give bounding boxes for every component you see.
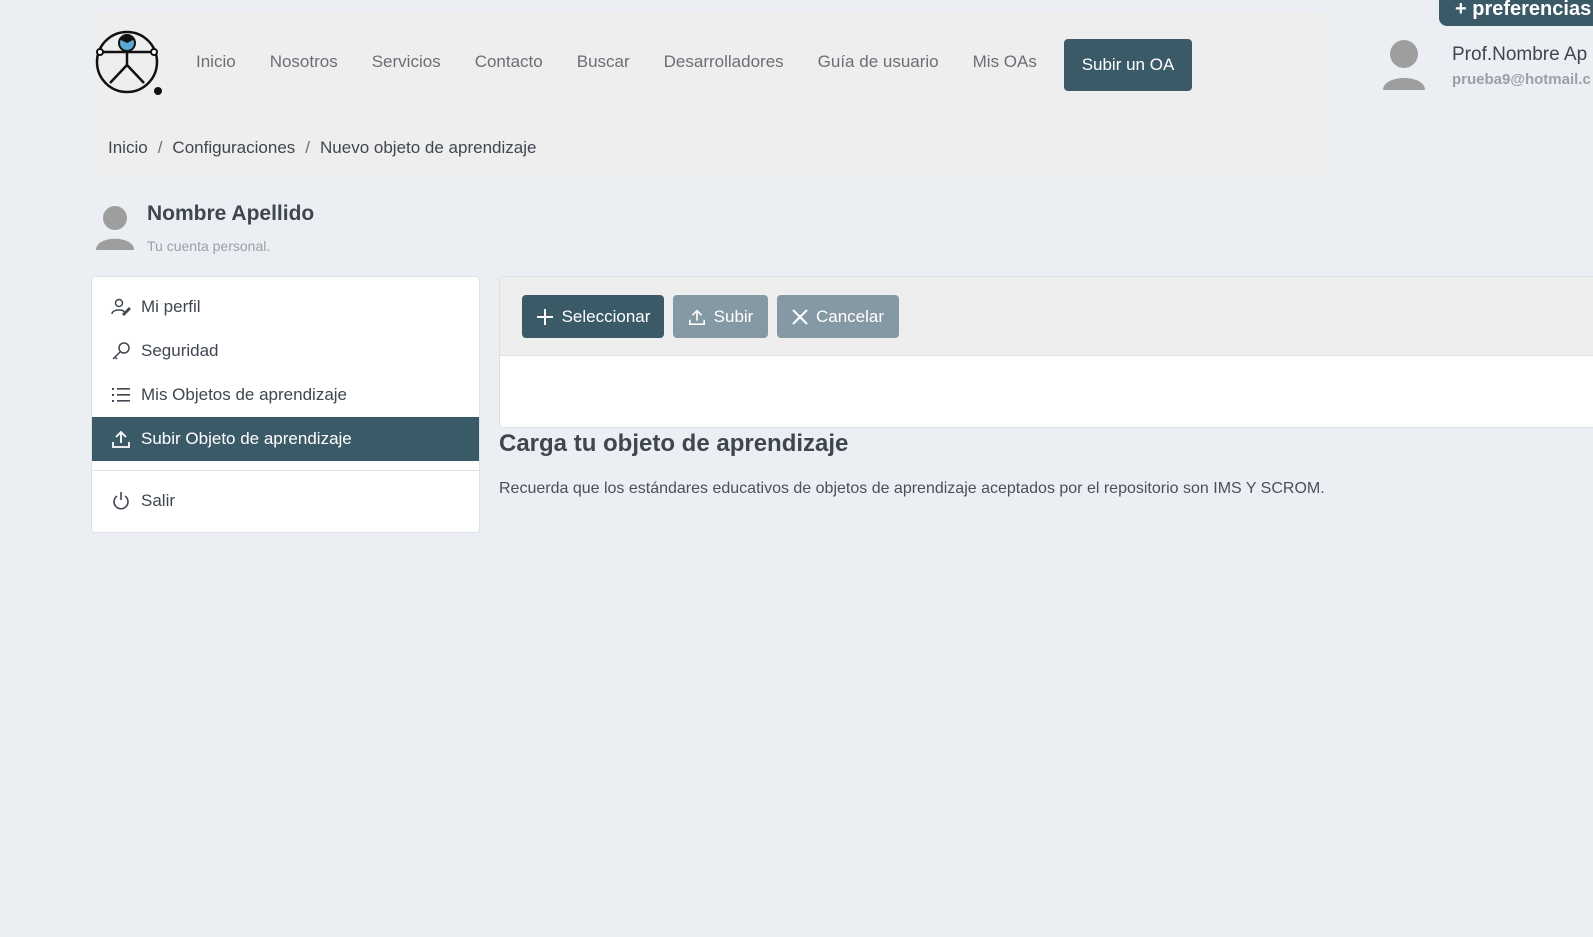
cancel-label: Cancelar (815, 306, 885, 326)
sidebar-item-salir[interactable]: Salir (92, 479, 479, 523)
plus-icon (536, 308, 554, 326)
breadcrumb-inicio[interactable]: Inicio (108, 138, 148, 157)
sidebar-item-label: Subir Objeto de aprendizaje (141, 429, 352, 448)
breadcrumb-current: Nuevo objeto de aprendizaje (320, 138, 537, 157)
nav-inicio[interactable]: Inicio (196, 52, 236, 72)
power-icon (111, 491, 131, 511)
close-icon (792, 308, 808, 325)
page-description: Recuerda que los estándares educativos d… (499, 480, 1325, 497)
upload-label: Subir (713, 306, 754, 326)
subir-oa-button[interactable]: Subir un OA (1064, 39, 1192, 91)
upload-icon (688, 308, 706, 326)
sidebar-item-label: Seguridad (141, 341, 219, 360)
file-upload-panel: Seleccionar Subir Cancelar (499, 276, 1593, 428)
sidebar-item-seguridad[interactable]: Seguridad (92, 329, 479, 373)
sidebar-item-label: Salir (141, 491, 176, 510)
nav-desarrolladores[interactable]: Desarrolladores (664, 52, 784, 72)
profile-name: Nombre Apellido (147, 202, 315, 225)
preferences-button[interactable]: + preferencias (1439, 0, 1593, 26)
sidebar-item-mis-objetos[interactable]: Mis Objetos de aprendizaje (92, 373, 479, 417)
key-icon (111, 341, 131, 361)
nav-buscar[interactable]: Buscar (577, 52, 630, 72)
breadcrumb-separator: / (305, 138, 311, 157)
nav-contacto[interactable]: Contacto (475, 52, 543, 72)
sidebar-item-mi-perfil[interactable]: Mi perfil (92, 285, 479, 329)
nav-guia-usuario[interactable]: Guía de usuario (818, 52, 939, 72)
user-name[interactable]: Prof.Nombre Ap (1452, 44, 1587, 66)
profile-avatar-icon (95, 204, 135, 252)
sidebar-item-subir-objeto[interactable]: Subir Objeto de aprendizaje (92, 417, 479, 461)
upload-icon (111, 429, 131, 449)
cancel-button[interactable]: Cancelar (777, 295, 899, 338)
user-edit-icon (111, 297, 131, 317)
select-file-button[interactable]: Seleccionar (522, 295, 664, 338)
nav-mis-oas[interactable]: Mis OAs (973, 52, 1037, 72)
breadcrumb-separator: / (157, 138, 163, 157)
user-avatar-icon[interactable] (1381, 38, 1427, 92)
upload-button[interactable]: Subir (673, 295, 768, 338)
select-file-label: Seleccionar (561, 306, 651, 326)
breadcrumb: Inicio / Configuraciones / Nuevo objeto de a… (108, 138, 536, 158)
upload-toolbar: Seleccionar Subir Cancelar (500, 277, 1593, 356)
list-icon (111, 385, 131, 405)
breadcrumb-configuraciones[interactable]: Configuraciones (172, 138, 295, 157)
settings-sidebar: Mi perfil Seguridad Mis Objetos de apren… (91, 276, 480, 533)
user-email: prueba9@hotmail.c (1452, 71, 1591, 88)
sidebar-item-label: Mi perfil (141, 297, 201, 316)
nav-nosotros[interactable]: Nosotros (270, 52, 338, 72)
main-nav: Inicio Nosotros Servicios Contacto Busca… (196, 52, 1071, 72)
edutech-logo[interactable] (92, 25, 166, 101)
sidebar-item-label: Mis Objetos de aprendizaje (141, 385, 348, 404)
page-title: Carga tu objeto de aprendizaje (499, 430, 849, 457)
sidebar-divider (92, 470, 479, 471)
profile-subtitle: Tu cuenta personal. (147, 238, 271, 254)
nav-servicios[interactable]: Servicios (372, 52, 441, 72)
